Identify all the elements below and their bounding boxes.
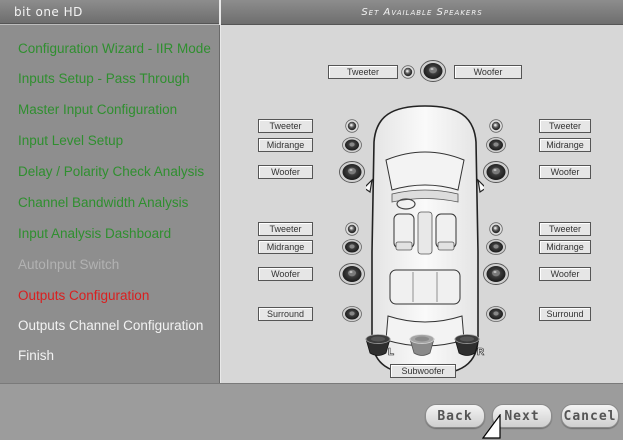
nav-item-inputs-setup[interactable]: Inputs Setup - Pass Through [18,71,190,86]
rear-right-midrange-toggle[interactable]: Midrange [539,240,591,254]
nav-item-master-input-configuration[interactable]: Master Input Configuration [18,102,177,117]
front-right-midrange-toggle[interactable]: Midrange [539,138,591,152]
rear-left-tweeter-toggle[interactable]: Tweeter [258,222,313,236]
subwoofer-left-mark: L [388,347,395,359]
surround-left-toggle[interactable]: Surround [258,307,313,321]
subwoofer-right-mark: R [477,347,485,359]
surround-left-icon[interactable] [342,306,362,322]
front-right-woofer-toggle[interactable]: Woofer [539,165,591,179]
panel-title: Set Available Speakers [361,6,483,18]
front-right-midrange-icon[interactable] [486,137,506,153]
front-right-tweeter-icon[interactable] [489,119,503,133]
front-left-tweeter-icon[interactable] [345,119,359,133]
nav-item-configuration-wizard[interactable]: Configuration Wizard - IIR Mode [18,41,211,56]
nav-item-autoinput-switch: AutoInput Switch [18,257,120,272]
center-woofer-icon[interactable] [420,60,446,82]
front-left-midrange-toggle[interactable]: Midrange [258,138,313,152]
nav-item-channel-bandwidth-analysis[interactable]: Channel Bandwidth Analysis [18,195,188,210]
wizard-button-bar: Back Next Cancel [0,383,623,440]
center-woofer-toggle[interactable]: Woofer [454,65,522,79]
front-right-tweeter-toggle[interactable]: Tweeter [539,119,591,133]
rear-right-tweeter-toggle[interactable]: Tweeter [539,222,591,236]
speaker-config-panel: Tweeter Woofer Tweeter Midrange Woofer T… [221,25,623,383]
surround-right-icon[interactable] [486,306,506,322]
rear-left-midrange-toggle[interactable]: Midrange [258,240,313,254]
back-button[interactable]: Back [425,404,485,428]
front-left-woofer-icon[interactable] [339,161,365,183]
front-right-woofer-icon[interactable] [483,161,509,183]
surround-right-toggle[interactable]: Surround [539,307,591,321]
front-left-woofer-toggle[interactable]: Woofer [258,165,313,179]
center-tweeter-icon[interactable] [401,65,415,79]
rear-left-midrange-icon[interactable] [342,239,362,255]
center-tweeter-toggle[interactable]: Tweeter [328,65,398,79]
nav-item-outputs-channel-configuration[interactable]: Outputs Channel Configuration [18,318,203,333]
app-title: bit one HD [14,4,83,19]
wizard-window: bit one HD Set Available Speakers Config… [0,0,623,440]
wizard-steps-sidebar: Configuration Wizard - IIR Mode Inputs S… [0,25,220,383]
nav-item-input-level-setup[interactable]: Input Level Setup [18,133,123,148]
nav-item-outputs-configuration[interactable]: Outputs Configuration [18,288,149,303]
nav-item-input-analysis-dashboard[interactable]: Input Analysis Dashboard [18,226,171,241]
rear-right-woofer-icon[interactable] [483,263,509,285]
panel-title-bar: Set Available Speakers [221,0,623,25]
nav-item-finish[interactable]: Finish [18,348,54,363]
rear-left-woofer-toggle[interactable]: Woofer [258,267,313,281]
rear-right-midrange-icon[interactable] [486,239,506,255]
rear-right-woofer-toggle[interactable]: Woofer [539,267,591,281]
cancel-button[interactable]: Cancel [561,404,619,428]
front-left-midrange-icon[interactable] [342,137,362,153]
subwoofer-toggle[interactable]: Subwoofer [390,364,456,378]
mouse-pointer-icon [482,414,501,439]
rear-left-tweeter-icon[interactable] [345,222,359,236]
app-title-bar: bit one HD [0,0,219,24]
rear-right-tweeter-icon[interactable] [489,222,503,236]
nav-item-delay-polarity-check[interactable]: Delay / Polarity Check Analysis [18,164,204,179]
subwoofer-center-icon[interactable] [408,333,436,359]
rear-left-woofer-icon[interactable] [339,263,365,285]
front-left-tweeter-toggle[interactable]: Tweeter [258,119,313,133]
